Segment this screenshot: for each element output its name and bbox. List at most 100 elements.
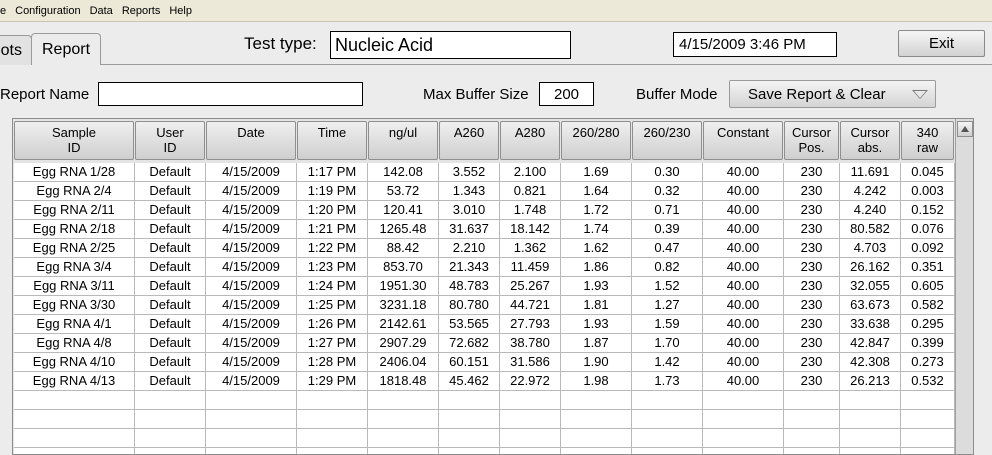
table-cell: 88.42: [368, 239, 439, 258]
table-cell: 1.73: [632, 372, 703, 391]
table-cell: 2.100: [500, 163, 561, 182]
table-cell: Egg RNA 4/10: [14, 353, 135, 372]
test-type-field[interactable]: Nucleic Acid: [330, 31, 571, 59]
table-cell: 44.721: [500, 296, 561, 315]
table-cell: [297, 448, 368, 454]
table-cell: 0.47: [632, 239, 703, 258]
table-row[interactable]: Egg RNA 4/13 Default 4/15/2009 1:29 PM 1818.…: [13, 372, 955, 391]
empty-table-row[interactable]: [13, 448, 955, 454]
table-cell: 25.267: [500, 277, 561, 296]
column-header[interactable]: 340 raw: [901, 121, 954, 160]
max-buffer-size-label: Max Buffer Size: [423, 86, 529, 103]
empty-table-row[interactable]: [13, 410, 955, 429]
buffer-mode-dropdown[interactable]: Save Report & Clear: [729, 80, 936, 108]
table-cell: [14, 410, 135, 429]
table-row[interactable]: Egg RNA 1/28 Default 4/15/2009 1:17 PM 142.0…: [13, 163, 955, 182]
column-header[interactable]: A260: [439, 121, 499, 160]
vertical-scrollbar[interactable]: [955, 119, 973, 454]
table-cell: 0.30: [632, 163, 703, 182]
max-buffer-size-input[interactable]: 200: [539, 82, 594, 106]
table-cell: 4/15/2009: [206, 277, 297, 296]
table-cell: 1.42: [632, 353, 703, 372]
menu-data[interactable]: Data: [87, 5, 116, 17]
table-cell: 1:27 PM: [297, 334, 368, 353]
table-cell: 40.00: [703, 182, 784, 201]
column-header[interactable]: Constant: [703, 121, 783, 160]
table-cell: 2142.61: [368, 315, 439, 334]
table-row[interactable]: Egg RNA 2/18 Default 4/15/2009 1:21 PM 1265.…: [13, 220, 955, 239]
table-cell: [368, 429, 439, 448]
column-header[interactable]: Cursor Pos.: [784, 121, 839, 160]
exit-button[interactable]: Exit: [898, 30, 985, 57]
column-header[interactable]: Cursor abs.: [840, 121, 900, 160]
table-cell: 33.638: [840, 315, 901, 334]
table-cell: 48.783: [439, 277, 500, 296]
table-cell: 2406.04: [368, 353, 439, 372]
table-row[interactable]: Egg RNA 2/25 Default 4/15/2009 1:22 PM 88.42…: [13, 239, 955, 258]
column-header[interactable]: User ID: [135, 121, 205, 160]
report-name-input[interactable]: [98, 82, 363, 106]
column-header[interactable]: Sample ID: [14, 121, 134, 160]
table-cell: [439, 429, 500, 448]
empty-table-row[interactable]: [13, 429, 955, 448]
table-cell: 230: [784, 296, 840, 315]
table-cell: 1.72: [561, 201, 632, 220]
table-row[interactable]: Egg RNA 3/30 Default 4/15/2009 1:25 PM 3231.…: [13, 296, 955, 315]
tab-plots[interactable]: ots: [0, 35, 32, 65]
table-cell: [840, 410, 901, 429]
table-cell: [703, 410, 784, 429]
menu-bar: e Configuration Data Reports Help: [0, 0, 992, 22]
table-cell: [439, 391, 500, 410]
table-row[interactable]: Egg RNA 4/10 Default 4/15/2009 1:28 PM 2406.…: [13, 353, 955, 372]
table-cell: 18.142: [500, 220, 561, 239]
table-cell: 40.00: [703, 315, 784, 334]
table-cell: Default: [135, 353, 206, 372]
table-cell: 0.32: [632, 182, 703, 201]
scroll-up-arrow-icon[interactable]: [957, 121, 973, 137]
table-cell: Egg RNA 4/13: [14, 372, 135, 391]
table-cell: 63.673: [840, 296, 901, 315]
table-cell: 3.552: [439, 163, 500, 182]
table-cell: Egg RNA 1/28: [14, 163, 135, 182]
table-cell: 4/15/2009: [206, 334, 297, 353]
table-cell: [703, 391, 784, 410]
table-cell: [135, 429, 206, 448]
table-cell: 4/15/2009: [206, 201, 297, 220]
menu-reports[interactable]: Reports: [119, 5, 164, 17]
column-header[interactable]: 260/230: [632, 121, 702, 160]
table-cell: 142.08: [368, 163, 439, 182]
buffer-mode-label: Buffer Mode: [636, 86, 718, 103]
column-header[interactable]: Date: [206, 121, 296, 160]
table-cell: [368, 410, 439, 429]
table-row[interactable]: Egg RNA 3/4 Default 4/15/2009 1:23 PM 853.70…: [13, 258, 955, 277]
table-row[interactable]: Egg RNA 2/4 Default 4/15/2009 1:19 PM 53.72 1…: [13, 182, 955, 201]
table-cell: 31.586: [500, 353, 561, 372]
table-cell: 72.682: [439, 334, 500, 353]
table-row[interactable]: Egg RNA 3/11 Default 4/15/2009 1:24 PM 1951.…: [13, 277, 955, 296]
tab-report[interactable]: Report: [31, 33, 101, 65]
table-cell: Egg RNA 4/1: [14, 315, 135, 334]
table-cell: [703, 448, 784, 454]
column-header[interactable]: Time: [297, 121, 367, 160]
empty-table-row[interactable]: [13, 391, 955, 410]
table-row[interactable]: Egg RNA 2/11 Default 4/15/2009 1:20 PM 120.4…: [13, 201, 955, 220]
menu-help[interactable]: Help: [166, 5, 195, 17]
table-cell: 45.462: [439, 372, 500, 391]
menu-configuration[interactable]: Configuration: [12, 5, 83, 17]
table-cell: 4.240: [840, 201, 901, 220]
table-cell: [561, 410, 632, 429]
column-header[interactable]: ng/ul: [368, 121, 438, 160]
table-row[interactable]: Egg RNA 4/1 Default 4/15/2009 1:26 PM 2142.6…: [13, 315, 955, 334]
menu-file[interactable]: e: [0, 5, 9, 17]
table-cell: [632, 429, 703, 448]
table-cell: 4/15/2009: [206, 220, 297, 239]
table-cell: [500, 448, 561, 454]
table-cell: 230: [784, 315, 840, 334]
triangle-down-icon: [912, 90, 928, 99]
table-cell: [439, 448, 500, 454]
table-row[interactable]: Egg RNA 4/8 Default 4/15/2009 1:27 PM 2907.2…: [13, 334, 955, 353]
table-cell: [439, 410, 500, 429]
table-cell: 1.62: [561, 239, 632, 258]
column-header[interactable]: A280: [500, 121, 560, 160]
column-header[interactable]: 260/280: [561, 121, 631, 160]
